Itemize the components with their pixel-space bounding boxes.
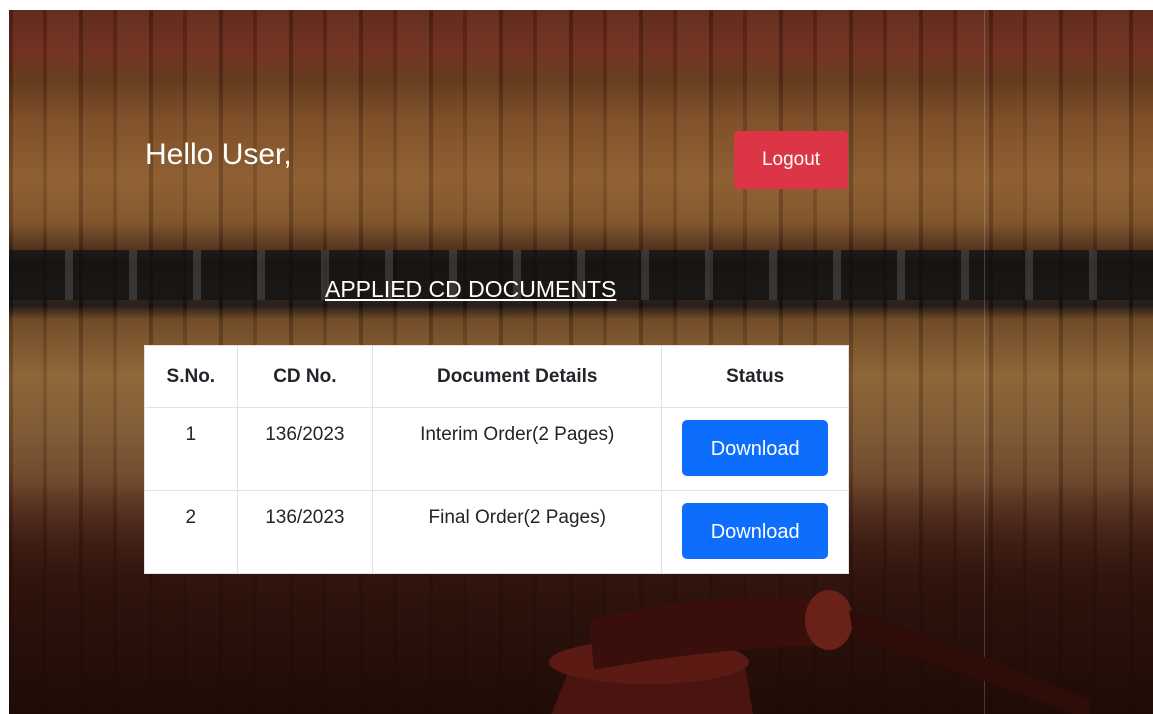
cell-sno: 2 bbox=[144, 490, 238, 574]
documents-table: S.No. CD No. Document Details Status 1 1… bbox=[144, 345, 849, 574]
page: Hello User, Logout APPLIED CD DOCUMENTS … bbox=[9, 10, 1153, 714]
cell-document-details: Interim Order(2 Pages) bbox=[372, 407, 663, 491]
cell-status: Download bbox=[661, 407, 849, 491]
download-button[interactable]: Download bbox=[682, 420, 829, 476]
column-header-document-details: Document Details bbox=[372, 345, 663, 408]
download-button[interactable]: Download bbox=[682, 503, 829, 559]
cell-sno: 1 bbox=[144, 407, 238, 491]
cell-cd-no: 136/2023 bbox=[236, 407, 374, 491]
column-header-sno: S.No. bbox=[144, 345, 238, 408]
table-header-row: S.No. CD No. Document Details Status bbox=[144, 345, 849, 408]
table-row: 2 136/2023 Final Order(2 Pages) Download bbox=[144, 490, 849, 574]
gavel-icon bbox=[549, 590, 1089, 714]
section-title: APPLIED CD DOCUMENTS bbox=[325, 276, 617, 302]
column-header-status: Status bbox=[661, 345, 849, 408]
table-row: 1 136/2023 Interim Order(2 Pages) Downlo… bbox=[144, 407, 849, 491]
column-header-cd-no: CD No. bbox=[236, 345, 374, 408]
cell-status: Download bbox=[661, 490, 849, 574]
cell-document-details: Final Order(2 Pages) bbox=[372, 490, 663, 574]
greeting-text: Hello User, bbox=[145, 138, 292, 171]
cell-cd-no: 136/2023 bbox=[236, 490, 374, 574]
logout-button[interactable]: Logout bbox=[734, 131, 848, 189]
